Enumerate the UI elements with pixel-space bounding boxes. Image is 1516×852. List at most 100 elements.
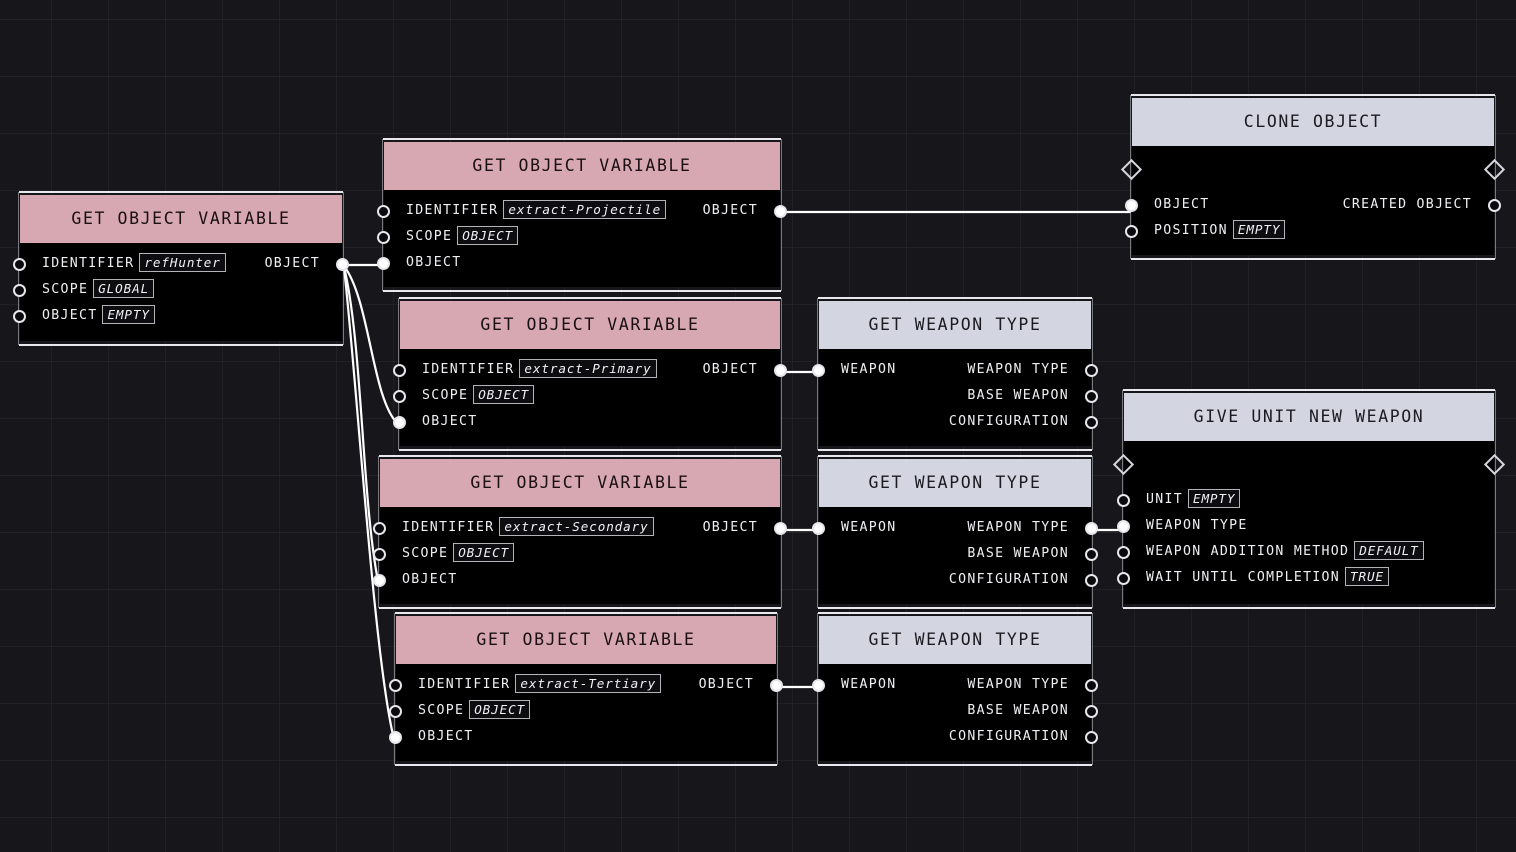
- row-output-label: BASE WEAPON: [967, 698, 1069, 724]
- input-value-field[interactable]: TRUE: [1345, 566, 1389, 586]
- connection-wire[interactable]: [342, 264, 400, 426]
- node-title[interactable]: GET OBJECT VARIABLE: [384, 142, 780, 190]
- node-title[interactable]: GIVE UNIT NEW WEAPON: [1124, 393, 1494, 441]
- row-output-label: CREATED OBJECT: [1343, 192, 1472, 218]
- node-get-object-variable-tertiary: GET OBJECT VARIABLE IDENTIFIER extract-Ter…: [389, 612, 783, 766]
- node-row: SCOPE OBJECT: [384, 224, 780, 250]
- connection-wire[interactable]: [342, 265, 380, 583]
- node-title[interactable]: GET OBJECT VARIABLE: [400, 301, 780, 349]
- exec-out-port[interactable]: [1483, 453, 1506, 476]
- exec-out-port[interactable]: [1483, 158, 1506, 181]
- input-port[interactable]: [393, 363, 406, 377]
- input-port[interactable]: [389, 704, 402, 718]
- input-port[interactable]: [1117, 545, 1130, 559]
- output-port[interactable]: [1085, 389, 1098, 403]
- node-title[interactable]: CLONE OBJECT: [1132, 98, 1494, 146]
- input-port[interactable]: [812, 678, 825, 692]
- input-label-text: OBJECT: [42, 308, 98, 323]
- row-output-label: CONFIGURATION: [949, 409, 1069, 435]
- input-port[interactable]: [812, 363, 825, 377]
- row-input-label: IDENTIFIER extract-Primary: [422, 357, 657, 383]
- node-row: WEAPON ADDITION METHOD DEFAULT: [1124, 539, 1494, 565]
- input-value-field[interactable]: EMPTY: [1232, 219, 1286, 239]
- input-value-field[interactable]: refHunter: [139, 252, 226, 272]
- output-port[interactable]: [770, 678, 783, 692]
- input-port[interactable]: [1117, 519, 1130, 533]
- input-port[interactable]: [373, 573, 386, 587]
- row-input-label: POSITION EMPTY: [1154, 218, 1286, 244]
- input-value-field[interactable]: extract-Secondary: [499, 516, 654, 536]
- input-port[interactable]: [1117, 571, 1130, 585]
- output-port[interactable]: [1085, 678, 1098, 692]
- input-value-field[interactable]: GLOBAL: [93, 278, 155, 298]
- node-frame-edge: [383, 290, 781, 292]
- output-port[interactable]: [1085, 363, 1098, 377]
- node-get-object-variable-projectile: GET OBJECT VARIABLE IDENTIFIER extract-Pro…: [377, 138, 787, 292]
- row-input-label: IDENTIFIER extract-Projectile: [406, 198, 667, 224]
- row-input-label: OBJECT: [402, 567, 457, 593]
- input-port[interactable]: [389, 730, 402, 744]
- output-port[interactable]: [336, 257, 349, 271]
- node-title[interactable]: GET WEAPON TYPE: [819, 301, 1091, 349]
- output-port[interactable]: [1488, 198, 1501, 212]
- node-title[interactable]: GET OBJECT VARIABLE: [20, 195, 342, 243]
- row-content: WEAPON TYPE: [1124, 513, 1494, 539]
- input-port[interactable]: [373, 521, 386, 535]
- input-port[interactable]: [13, 309, 26, 323]
- input-value-field[interactable]: OBJECT: [469, 699, 531, 719]
- input-port[interactable]: [13, 257, 26, 271]
- node-graph-canvas[interactable]: GET OBJECT VARIABLE IDENTIFIER refHunter OB…: [0, 0, 1516, 852]
- node-title[interactable]: GET WEAPON TYPE: [819, 616, 1091, 664]
- exec-in-port[interactable]: [1120, 158, 1143, 181]
- input-value-field[interactable]: OBJECT: [473, 384, 535, 404]
- input-port[interactable]: [377, 230, 390, 244]
- input-port[interactable]: [389, 678, 402, 692]
- row-content: POSITION EMPTY: [1132, 218, 1494, 244]
- row-input-label: OBJECT: [422, 409, 477, 435]
- input-value-field[interactable]: DEFAULT: [1354, 540, 1424, 560]
- node-title[interactable]: GET OBJECT VARIABLE: [380, 459, 780, 507]
- node-row: IDENTIFIER extract-Tertiary OBJECT: [396, 672, 776, 698]
- node-row: OBJECT: [380, 567, 780, 593]
- input-port[interactable]: [377, 204, 390, 218]
- input-label-text: OBJECT: [402, 572, 458, 587]
- input-port[interactable]: [1117, 493, 1130, 507]
- row-output-label: OBJECT: [699, 672, 754, 698]
- input-port[interactable]: [13, 283, 26, 297]
- output-port[interactable]: [1085, 704, 1098, 718]
- input-value-field[interactable]: OBJECT: [457, 225, 519, 245]
- output-port[interactable]: [774, 521, 787, 535]
- input-port[interactable]: [393, 415, 406, 429]
- input-label-text: POSITION: [1154, 223, 1228, 238]
- output-port[interactable]: [774, 363, 787, 377]
- row-content: OBJECT EMPTY: [20, 303, 342, 329]
- output-port[interactable]: [1085, 547, 1098, 561]
- output-port[interactable]: [1085, 573, 1098, 587]
- node-title[interactable]: GET OBJECT VARIABLE: [396, 616, 776, 664]
- input-port[interactable]: [373, 547, 386, 561]
- input-value-field[interactable]: extract-Primary: [519, 358, 657, 378]
- input-value-field[interactable]: EMPTY: [1187, 488, 1241, 508]
- input-port[interactable]: [393, 389, 406, 403]
- node-row: WEAPON TYPE: [1124, 513, 1494, 539]
- input-value-field[interactable]: OBJECT: [453, 542, 515, 562]
- input-value-field[interactable]: extract-Tertiary: [515, 673, 662, 693]
- input-port[interactable]: [1125, 224, 1138, 238]
- output-port[interactable]: [1085, 730, 1098, 744]
- node-get-weapon-type-secondary: GET WEAPON TYPE WEAPON WEAPON TYPE BASE WEA…: [812, 455, 1098, 609]
- output-port[interactable]: [774, 204, 787, 218]
- node-title[interactable]: GET WEAPON TYPE: [819, 459, 1091, 507]
- input-value-field[interactable]: EMPTY: [102, 304, 155, 324]
- node-get-weapon-type-primary: GET WEAPON TYPE WEAPON WEAPON TYPE BASE WEA…: [812, 297, 1098, 451]
- output-port[interactable]: [1085, 521, 1098, 535]
- row-output-label: OBJECT: [703, 515, 758, 541]
- node-row: WEAPON WEAPON TYPE: [819, 357, 1091, 383]
- input-port[interactable]: [1125, 198, 1138, 212]
- exec-in-port[interactable]: [1112, 453, 1135, 476]
- input-port[interactable]: [377, 256, 390, 270]
- output-label-text: CONFIGURATION: [948, 414, 1069, 429]
- input-value-field[interactable]: extract-Projectile: [503, 199, 667, 219]
- input-label-text: WEAPON: [841, 362, 897, 377]
- input-port[interactable]: [812, 521, 825, 535]
- output-port[interactable]: [1085, 415, 1098, 429]
